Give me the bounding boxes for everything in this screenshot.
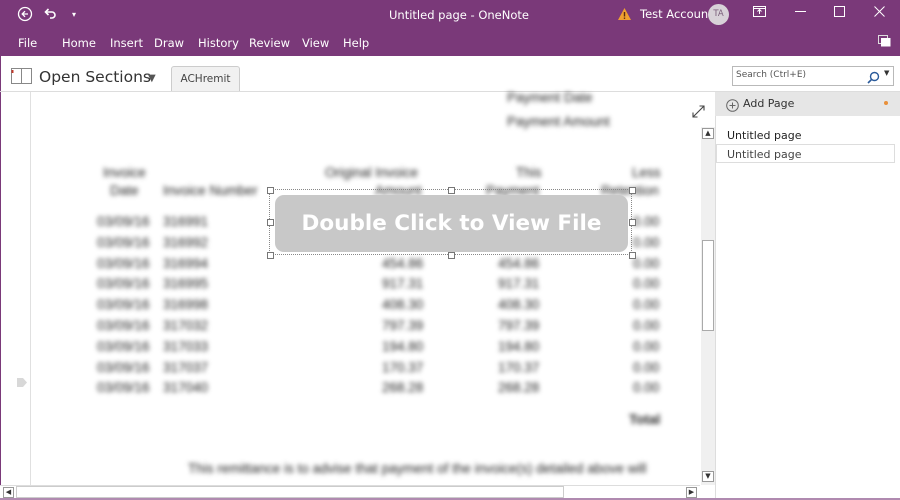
table-cell: 0.00 xyxy=(633,276,660,292)
table-cell: 170.37 xyxy=(498,359,540,375)
table-cell: 454.86 xyxy=(498,255,540,271)
table-cell: 0.00 xyxy=(633,234,660,250)
resize-handle[interactable] xyxy=(629,187,636,194)
scroll-down-button[interactable]: ▼ xyxy=(702,471,714,482)
ribbon-display-icon[interactable] xyxy=(874,35,894,53)
close-icon[interactable] xyxy=(869,5,889,23)
table-cell: 917.31 xyxy=(382,276,424,292)
table-cell: 194.80 xyxy=(382,338,424,354)
table-cell: 0.00 xyxy=(633,214,660,229)
view-file-button[interactable]: Double Click to View File xyxy=(275,195,628,252)
table-cell: 316992 xyxy=(163,234,209,250)
resize-handle[interactable] xyxy=(448,252,455,259)
add-icon[interactable] xyxy=(726,97,739,116)
table-cell: 03/09/16 xyxy=(97,380,150,396)
table-cell: 0.00 xyxy=(633,318,660,333)
table-cell: 03/09/16 xyxy=(97,297,150,313)
table-cell: 408.30 xyxy=(382,297,424,313)
table-cell: 03/09/16 xyxy=(97,255,150,271)
table-cell: 0.00 xyxy=(633,338,660,354)
resize-handle[interactable] xyxy=(629,219,636,226)
table-cell: 408.30 xyxy=(498,297,540,313)
table-cell: 317037 xyxy=(163,359,209,375)
column-header: Less xyxy=(632,165,661,180)
column-header: Date xyxy=(110,183,139,198)
payment-date-label: Payment Date xyxy=(507,92,593,105)
table-cell: 316994 xyxy=(163,255,209,271)
horizontal-scroll-thumb[interactable] xyxy=(16,486,564,498)
table-cell: 797.39 xyxy=(498,318,540,333)
page-list-item[interactable]: Untitled page xyxy=(727,129,801,142)
table-cell: 03/09/16 xyxy=(97,359,150,375)
column-header: Invoice Number xyxy=(163,183,258,198)
column-header: This xyxy=(516,165,542,180)
table-cell: 316998 xyxy=(163,297,209,313)
page-list-item[interactable]: Untitled page xyxy=(727,148,801,161)
resize-handle[interactable] xyxy=(267,187,274,194)
table-cell: 0.00 xyxy=(633,380,660,396)
column-header: Original Invoice xyxy=(325,165,419,180)
resize-handle[interactable] xyxy=(267,252,274,259)
search-placeholder: Search (Ctrl+E) xyxy=(736,70,807,80)
scroll-up-button[interactable]: ▲ xyxy=(702,128,714,139)
scroll-left-button[interactable]: ◀ xyxy=(3,487,14,498)
unsynced-dot-icon xyxy=(884,101,888,105)
table-cell: 268.28 xyxy=(382,380,424,396)
table-cell: 454.86 xyxy=(382,255,424,271)
table-cell: 170.37 xyxy=(382,359,424,375)
payment-amount-label: Payment Amount xyxy=(507,114,610,129)
table-cell: 316991 xyxy=(163,214,209,229)
search-input[interactable]: Search (Ctrl+E) ▼ xyxy=(732,66,894,86)
add-page-label[interactable]: Add Page xyxy=(743,97,794,110)
resize-handle[interactable] xyxy=(448,187,455,194)
table-cell: 797.39 xyxy=(382,318,424,333)
vertical-scroll-thumb[interactable] xyxy=(702,240,714,331)
scroll-right-button[interactable]: ▶ xyxy=(686,487,697,498)
resize-handle[interactable] xyxy=(267,219,274,226)
column-header: Invoice xyxy=(103,165,146,180)
resize-handle[interactable] xyxy=(629,252,636,259)
maximize-icon[interactable] xyxy=(829,5,849,23)
table-cell: 317032 xyxy=(163,318,209,333)
table-cell: 317040 xyxy=(163,380,209,396)
fullscreen-icon[interactable] xyxy=(749,5,769,23)
table-cell: 03/09/16 xyxy=(97,214,150,229)
total-label: Total xyxy=(629,412,661,427)
minimize-icon[interactable] xyxy=(790,5,810,23)
table-cell: 03/09/16 xyxy=(97,234,150,250)
avatar[interactable]: TA xyxy=(708,4,729,25)
table-cell: 194.80 xyxy=(498,338,540,354)
table-cell: 317033 xyxy=(163,338,209,354)
table-cell: 0.00 xyxy=(633,297,660,313)
table-cell: 0.00 xyxy=(633,359,660,375)
table-cell: 03/09/16 xyxy=(97,338,150,354)
search-scope-dropdown-icon[interactable]: ▼ xyxy=(884,69,889,77)
table-cell: 0.00 xyxy=(633,255,660,271)
table-cell: 316995 xyxy=(163,276,209,292)
footer-text: This remittance is to advise that paymen… xyxy=(188,461,647,476)
table-cell: 03/09/16 xyxy=(97,318,150,333)
table-cell: 03/09/16 xyxy=(97,276,150,292)
search-icon[interactable] xyxy=(867,69,880,88)
table-cell: 268.28 xyxy=(498,380,540,396)
table-cell: 917.31 xyxy=(498,276,540,292)
